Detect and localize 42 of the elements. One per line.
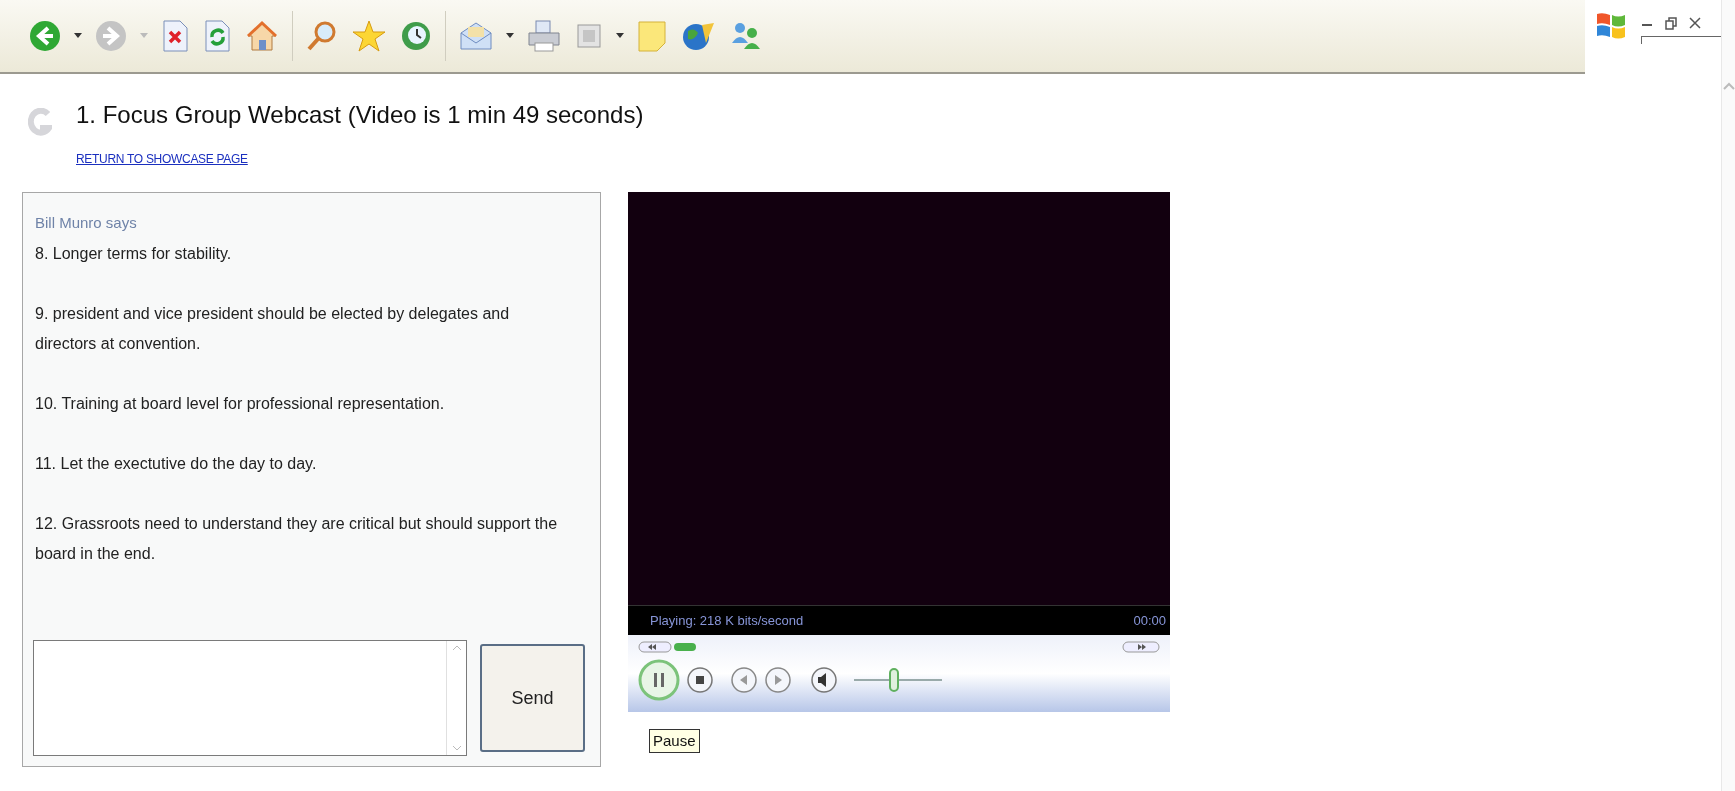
playback-status: Playing: 218 K bits/second (650, 611, 804, 630)
spinner-icon (28, 108, 52, 138)
playback-time: 00:00 (1133, 611, 1166, 630)
edit-icon[interactable] (574, 21, 604, 51)
forward-icon[interactable] (94, 19, 128, 53)
tooltip: Pause (649, 729, 700, 753)
next-button[interactable] (764, 666, 792, 694)
stop-button[interactable] (686, 666, 714, 694)
stop-icon[interactable] (160, 19, 190, 53)
previous-button[interactable] (730, 666, 758, 694)
chat-message: 11. Let the exectutive do the day to day. (35, 454, 318, 474)
rewind-icon[interactable] (638, 641, 672, 653)
history-icon[interactable] (399, 19, 433, 53)
scrollbar[interactable] (1721, 0, 1735, 791)
refresh-icon[interactable] (202, 19, 232, 53)
chat-message: 9. president and vice president should be elected by delegates and directors at convention. (35, 304, 511, 354)
sender-name: Bill Munro says (35, 213, 138, 233)
scroll-down-icon[interactable] (451, 745, 462, 751)
print-icon[interactable] (526, 19, 562, 53)
caret-icon[interactable] (506, 33, 514, 39)
restore-icon[interactable] (1665, 16, 1677, 30)
fast-forward-icon[interactable] (1122, 641, 1160, 653)
scroll-up-icon[interactable] (1722, 80, 1735, 92)
send-button[interactable]: Send (480, 644, 585, 752)
home-icon[interactable] (244, 19, 280, 53)
chat-message: 8. Longer terms for stability. (35, 244, 233, 264)
message-box[interactable] (33, 640, 467, 756)
page-title: 1. Focus Group Webcast (Video is 1 min 49 seconds) (76, 100, 644, 130)
pause-button[interactable] (638, 659, 680, 701)
chat-message: 12. Grassroots need to understand they are critical but should support the board in the end. (35, 514, 559, 564)
mute-button[interactable] (810, 666, 838, 694)
return-link[interactable]: RETURN TO SHOWCASE PAGE (76, 150, 248, 168)
address-field[interactable] (1641, 36, 1721, 44)
star-icon[interactable] (351, 19, 387, 53)
scroll-up-icon[interactable] (451, 645, 462, 651)
volume-thumb[interactable] (888, 668, 899, 692)
caret-icon[interactable] (74, 33, 82, 39)
caret-icon[interactable] (616, 33, 624, 39)
volume-track[interactable] (854, 668, 942, 692)
chat-message: 10. Training at board level for professional representation. (35, 394, 446, 414)
close-icon[interactable] (1689, 17, 1701, 29)
back-icon[interactable] (28, 19, 62, 53)
